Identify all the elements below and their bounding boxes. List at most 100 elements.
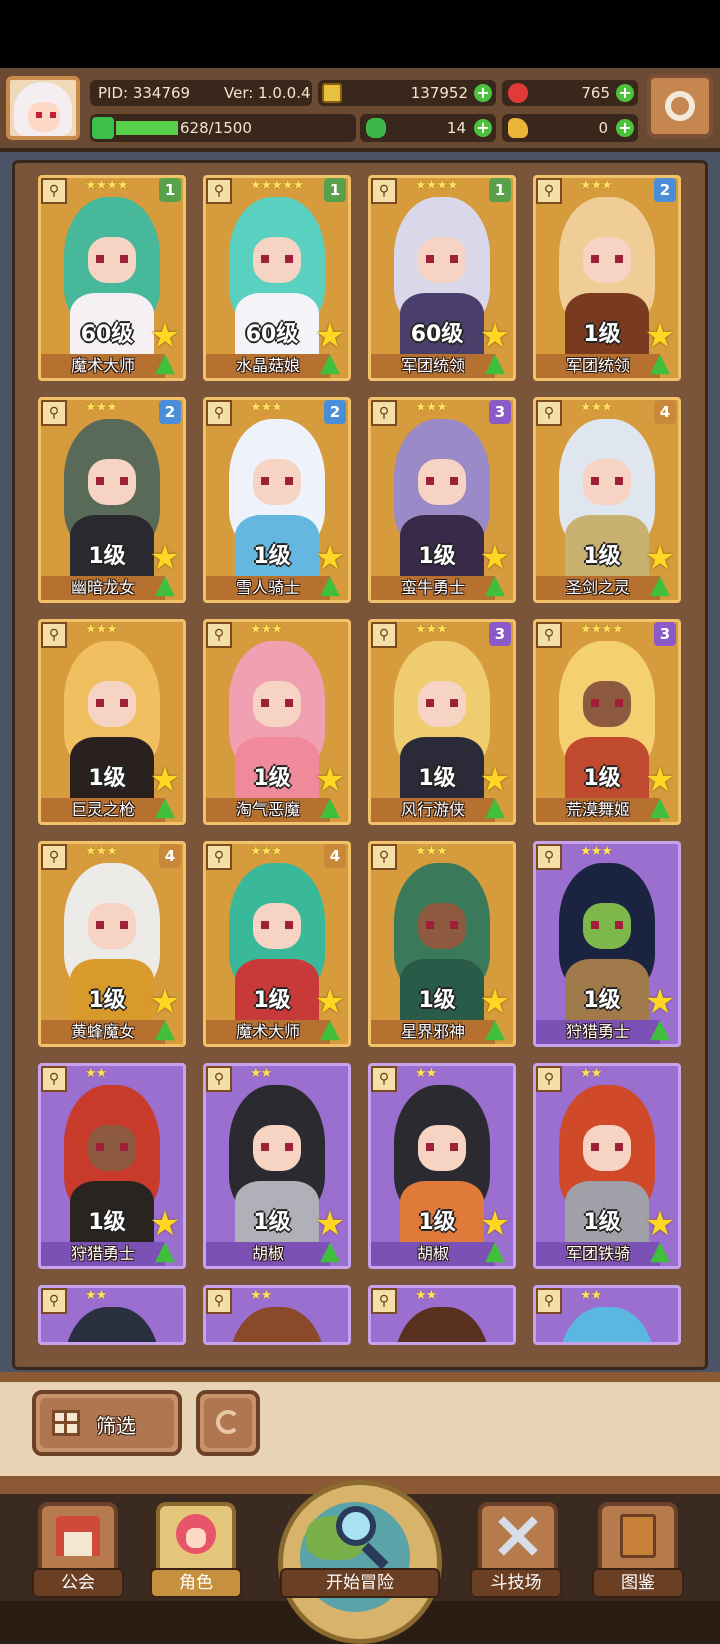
character-card[interactable]: ⚲ ★★★★ 1 60级 军团统领 ★ ▲ [368,175,516,381]
add-key-button[interactable]: + [616,119,634,137]
refresh-icon [216,1410,240,1434]
upgrade-arrow-icon[interactable]: ▲ [149,1014,181,1044]
upgrade-arrow-icon[interactable]: ▲ [479,1236,511,1266]
class-wand-icon: ⚲ [536,178,562,204]
character-card[interactable]: ⚲ ★★★ 2 1级 雪人骑士 ★ ▲ [203,397,351,603]
upgrade-arrow-icon[interactable]: ▲ [644,1236,676,1266]
nav-arena-label: 斗技场 [470,1568,562,1598]
portrait-eye [285,255,293,263]
character-card[interactable]: ⚲ ★★★ 2 1级 军团统领 ★ ▲ [533,175,681,381]
upgrade-arrow-icon[interactable]: ▲ [479,570,511,600]
character-card[interactable]: ⚲ ★★★ 1级 巨灵之枪 ★ ▲ [38,619,186,825]
character-name: 胡椒 [206,1242,330,1266]
character-card[interactable]: ⚲ ★★★ 2 1级 幽暗龙女 ★ ▲ [38,397,186,603]
character-card[interactable]: ⚲ ★★★ 4 1级 圣剑之灵 ★ ▲ [533,397,681,603]
upgrade-arrow-icon[interactable]: ▲ [149,792,181,822]
character-card[interactable]: ⚲ ★★ [203,1285,351,1345]
gem-amount: 765 [581,84,610,102]
upgrade-arrow-icon[interactable]: ▲ [149,1236,181,1266]
portrait-eye [120,1143,128,1151]
upgrade-arrow-icon[interactable]: ▲ [314,1014,346,1044]
class-wand-icon: ⚲ [371,400,397,426]
avatar-eye [36,112,42,118]
add-gold-button[interactable]: + [474,84,492,102]
character-card[interactable]: ⚲ ★★★ 4 1级 魔术大师 ★ ▲ [203,841,351,1047]
character-card[interactable]: ⚲ ★★★ 3 1级 蛮牛勇士 ★ ▲ [368,397,516,603]
settings-button[interactable] [647,74,713,138]
key-amount: 0 [598,119,608,137]
portrait-eye [120,921,128,929]
character-name: 星界邪神 [371,1020,495,1044]
upgrade-arrow-icon[interactable]: ▲ [644,570,676,600]
character-card[interactable]: ⚲ ★★★★ 3 1级 荒漠舞姬 ★ ▲ [533,619,681,825]
add-gem-button[interactable]: + [616,84,634,102]
tier-badge: 4 [159,844,181,868]
character-card[interactable]: ⚲ ★★★ 1级 狩猎勇士 ★ ▲ [533,841,681,1047]
portrait-eye [285,1143,293,1151]
upgrade-arrow-icon[interactable]: ▲ [644,1014,676,1044]
character-card[interactable]: ⚲ ★★★ 4 1级 黄蜂魔女 ★ ▲ [38,841,186,1047]
filter-button[interactable]: 筛选 [32,1390,182,1456]
portrait-eye [615,921,623,929]
clover-amount: 14 [446,119,466,137]
character-card[interactable]: ⚲ ★★★ 1级 淘气恶魔 ★ ▲ [203,619,351,825]
rarity-stars: ★★ [415,1066,437,1081]
character-card[interactable]: ⚲ ★★ [368,1285,516,1345]
rarity-stars: ★★★★★ [250,178,304,193]
book-icon [620,1514,656,1558]
class-wand-icon: ⚲ [536,1066,562,1092]
tier-badge: 3 [489,622,511,646]
upgrade-arrow-icon[interactable]: ▲ [644,792,676,822]
portrait-eye [450,921,458,929]
portrait-hair [64,1307,160,1342]
rarity-stars: ★★★★ [415,178,459,193]
upgrade-arrow-icon[interactable]: ▲ [149,348,181,378]
class-wand-icon: ⚲ [206,1066,232,1092]
portrait-eye [591,921,599,929]
portrait-eye [261,477,269,485]
upgrade-arrow-icon[interactable]: ▲ [314,1236,346,1266]
gold-bar: 137952 + [318,80,496,106]
rarity-stars: ★★ [580,1288,602,1303]
gold-amount: 137952 [410,84,468,102]
upgrade-arrow-icon[interactable]: ▲ [314,348,346,378]
magnifier-icon [336,1506,376,1546]
nav-character-label: 角色 [150,1568,242,1598]
character-card[interactable]: ⚲ ★★ 1级 胡椒 ★ ▲ [203,1063,351,1269]
character-card[interactable]: ⚲ ★★ [38,1285,186,1345]
player-avatar[interactable] [6,76,80,140]
portrait-hair [559,1307,655,1342]
portrait-eye [96,921,104,929]
add-clover-button[interactable]: + [474,119,492,137]
rarity-stars: ★★★ [580,844,613,859]
rarity-stars: ★★★ [415,622,448,637]
character-card[interactable]: ⚲ ★★ 1级 胡椒 ★ ▲ [368,1063,516,1269]
nav-adventure-label: 开始冒险 [280,1568,440,1598]
character-card[interactable]: ⚲ ★★ [533,1285,681,1345]
upgrade-arrow-icon[interactable]: ▲ [479,1014,511,1044]
character-card[interactable]: ⚲ ★★★★★ 1 60级 水晶菇娘 ★ ▲ [203,175,351,381]
reset-button[interactable] [196,1390,260,1456]
upgrade-arrow-icon[interactable]: ▲ [479,348,511,378]
upgrade-arrow-icon[interactable]: ▲ [479,792,511,822]
character-card[interactable]: ⚲ ★★★ 1级 星界邪神 ★ ▲ [368,841,516,1047]
portrait-eye [261,255,269,263]
rarity-stars: ★★★ [580,400,613,415]
upgrade-arrow-icon[interactable]: ▲ [644,348,676,378]
upgrade-arrow-icon[interactable]: ▲ [314,570,346,600]
upgrade-arrow-icon[interactable]: ▲ [314,792,346,822]
filter-label: 筛选 [96,1414,136,1438]
tier-badge: 2 [159,400,181,424]
portrait-eye [615,477,623,485]
class-wand-icon: ⚲ [206,178,232,204]
character-card[interactable]: ⚲ ★★★ 3 1级 风行游侠 ★ ▲ [368,619,516,825]
portrait-eye [591,477,599,485]
character-card[interactable]: ⚲ ★★ 1级 军团铁骑 ★ ▲ [533,1063,681,1269]
upgrade-arrow-icon[interactable]: ▲ [149,570,181,600]
character-card[interactable]: ⚲ ★★★★ 1 60级 魔术大师 ★ ▲ [38,175,186,381]
portrait-eye [426,921,434,929]
portrait-eye [285,699,293,707]
character-card[interactable]: ⚲ ★★ 1级 狩猎勇士 ★ ▲ [38,1063,186,1269]
tier-badge: 3 [654,622,676,646]
character-name: 魔术大师 [206,1020,330,1044]
